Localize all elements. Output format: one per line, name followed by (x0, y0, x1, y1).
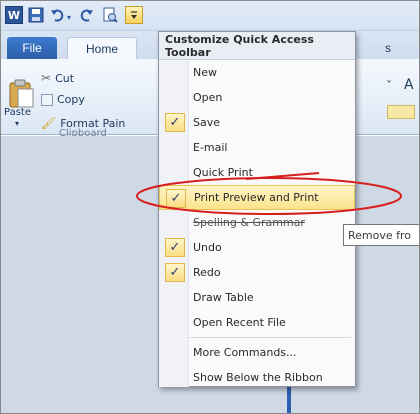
checkmark-icon: ✓ (165, 238, 185, 257)
menu-item-label: Open Recent File (193, 316, 286, 329)
tab-home[interactable]: Home (67, 37, 137, 60)
menu-item-label: Print Preview and Print (194, 191, 319, 204)
undo-dropdown-icon[interactable]: ▾ (67, 13, 71, 22)
checkmark-icon: ✓ (166, 189, 186, 208)
menu-item-open[interactable]: Open (159, 85, 355, 110)
print-preview-icon[interactable] (101, 6, 119, 24)
menu-item-label: Redo (193, 266, 221, 279)
undo-icon[interactable] (49, 6, 67, 24)
scissors-icon: ✂ (41, 71, 52, 85)
menu-item-print-preview-and-print[interactable]: ✓ Print Preview and Print (159, 185, 355, 210)
menu-item-new[interactable]: New (159, 60, 355, 85)
font-grow-button[interactable]: A (404, 77, 414, 93)
tab-file[interactable]: File (7, 37, 57, 59)
menu-item-redo[interactable]: ✓ Redo (159, 260, 355, 285)
menu-item-undo[interactable]: ✓ Undo (159, 235, 355, 260)
menu-item-spelling-grammar[interactable]: Spelling & Grammar (159, 210, 355, 235)
menu-item-label: Show Below the Ribbon (193, 371, 323, 384)
cut-button[interactable]: ✂ Cut (41, 71, 74, 85)
checkmark-icon: ✓ (165, 263, 185, 282)
menu-item-label: Draw Table (193, 291, 254, 304)
checkmark-icon: ✓ (165, 113, 185, 132)
menu-item-label: Save (193, 116, 221, 129)
copy-label: Copy (57, 93, 85, 106)
customize-qat-icon[interactable] (125, 6, 143, 24)
tab-partial[interactable]: s (385, 41, 391, 55)
menu-item-more-commands[interactable]: More Commands... (159, 340, 355, 365)
font-size-dropdown-icon[interactable]: ˇ (386, 79, 392, 93)
menu-item-draw-table[interactable]: Draw Table (159, 285, 355, 310)
menu-title: Customize Quick Access Toolbar (159, 32, 355, 60)
menu-item-label: More Commands... (193, 346, 297, 359)
word-app-icon[interactable]: W (5, 6, 23, 24)
cut-label: Cut (55, 71, 75, 85)
menu-item-label: Undo (193, 241, 222, 254)
redo-icon[interactable] (77, 6, 95, 24)
menu-items: New Open ✓ Save E-mail Quick Print ✓ Print Prev… (159, 60, 355, 390)
menu-item-label: New (193, 66, 217, 79)
menu-separator (189, 337, 351, 338)
quick-access-toolbar: W ▾ (1, 1, 419, 31)
tooltip: Remove fro (343, 224, 419, 246)
save-icon[interactable] (27, 6, 45, 24)
highlight-color-icon[interactable] (387, 105, 415, 119)
menu-item-label: Spelling & Grammar (193, 216, 305, 229)
menu-item-label: Quick Print (193, 166, 253, 179)
menu-item-e-mail[interactable]: E-mail (159, 135, 355, 160)
word-window: W ▾ File Home s Paste ▾ ✂ Cut Copy 🖌 For… (0, 0, 420, 414)
menu-item-label: Open (193, 91, 223, 104)
menu-item-label: E-mail (193, 141, 228, 154)
copy-icon (41, 93, 53, 106)
menu-item-open-recent-file[interactable]: Open Recent File (159, 310, 355, 335)
menu-item-save[interactable]: ✓ Save (159, 110, 355, 135)
paste-dropdown-icon[interactable]: ▾ (15, 119, 19, 128)
menu-item-quick-print[interactable]: Quick Print (159, 160, 355, 185)
menu-item-show-below-ribbon[interactable]: Show Below the Ribbon (159, 365, 355, 390)
copy-button[interactable]: Copy (41, 93, 85, 106)
customize-qat-menu: Customize Quick Access Toolbar New Open ✓ S… (158, 31, 356, 387)
paste-button[interactable]: Paste (4, 107, 31, 118)
brush-icon: 🖌 (41, 116, 57, 130)
